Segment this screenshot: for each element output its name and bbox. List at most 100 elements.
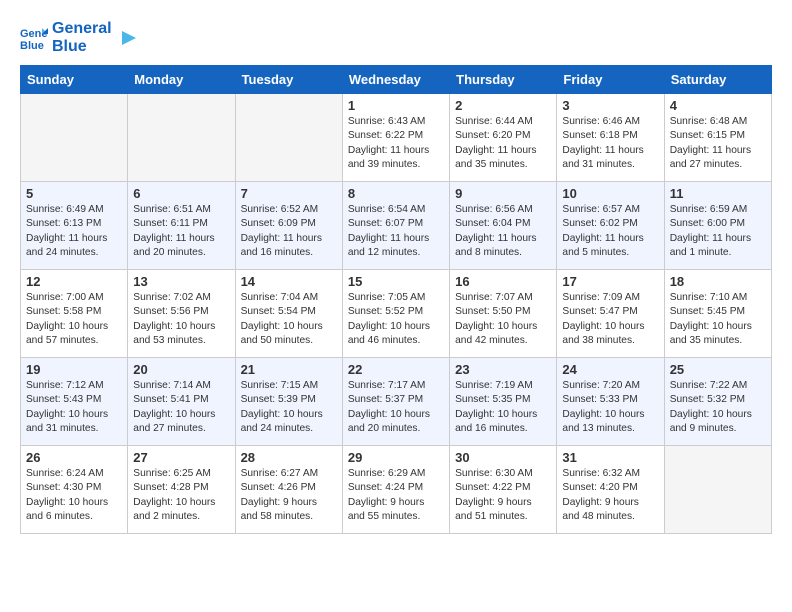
calendar-cell: 23Sunrise: 7:19 AM Sunset: 5:35 PM Dayli…	[450, 358, 557, 446]
weekday-header-saturday: Saturday	[664, 66, 771, 94]
logo-blue: Blue	[52, 38, 112, 56]
week-row-3: 12 Sunrise: 7:00 AM Sunset: 5:58 PM Dayli…	[21, 270, 772, 358]
day-number: 28	[241, 450, 337, 465]
day-number: 20	[133, 362, 229, 377]
day-info: Sunrise: 7:14 AM Sunset: 5:41 PM Dayligh…	[133, 379, 229, 436]
day-number: 9	[455, 186, 551, 201]
logo-chevron-icon	[116, 27, 138, 49]
day-info: Sunrise: 6:29 AM Sunset: 4:24 PM Dayligh…	[348, 467, 444, 524]
calendar-cell: 19 Sunrise: 7:12 AM Sunset: 5:43 PM Dayli…	[21, 358, 128, 446]
logo-icon: General Blue	[20, 24, 48, 52]
calendar-cell: 28 Sunrise: 6:27 AM Sunset: 4:26 PM Dayli…	[235, 446, 342, 534]
calendar-cell: 14Sunrise: 7:04 AM Sunset: 5:54 PM Dayli…	[235, 270, 342, 358]
logo-general: General	[52, 20, 112, 37]
calendar-cell: 13 Sunrise: 7:02 AM Sunset: 5:56 PM Dayli…	[128, 270, 235, 358]
calendar-cell: 5 Sunrise: 6:49 AM Sunset: 6:13 PM Daylig…	[21, 182, 128, 270]
day-number: 16	[455, 274, 551, 289]
day-number: 25	[670, 362, 766, 377]
day-info: Sunrise: 7:02 AM Sunset: 5:56 PM Dayligh…	[133, 291, 229, 348]
week-row-2: 5 Sunrise: 6:49 AM Sunset: 6:13 PM Daylig…	[21, 182, 772, 270]
day-number: 1	[348, 98, 444, 113]
calendar-cell: 9 Sunrise: 6:56 AM Sunset: 6:04 PM Daylig…	[450, 182, 557, 270]
day-info: Sunrise: 7:19 AM Sunset: 5:35 PM Dayligh…	[455, 379, 551, 436]
day-number: 21	[241, 362, 337, 377]
day-info: Sunrise: 6:48 AM Sunset: 6:15 PM Dayligh…	[670, 115, 766, 172]
day-number: 13	[133, 274, 229, 289]
day-info: Sunrise: 6:24 AM Sunset: 4:30 PM Dayligh…	[26, 467, 122, 524]
day-info: Sunrise: 6:27 AM Sunset: 4:26 PM Dayligh…	[241, 467, 337, 524]
day-number: 8	[348, 186, 444, 201]
calendar-cell: 25 Sunrise: 7:22 AM Sunset: 5:32 PM Dayli…	[664, 358, 771, 446]
day-number: 5	[26, 186, 122, 201]
calendar-cell: 22Sunrise: 7:17 AM Sunset: 5:37 PM Dayli…	[342, 358, 449, 446]
calendar-cell: 31 Sunrise: 6:32 AM Sunset: 4:20 PM Dayli…	[557, 446, 664, 534]
day-info: Sunrise: 6:51 AM Sunset: 6:11 PM Dayligh…	[133, 203, 229, 260]
day-number: 18	[670, 274, 766, 289]
day-info: Sunrise: 7:07 AM Sunset: 5:50 PM Dayligh…	[455, 291, 551, 348]
calendar-cell: 3 Sunrise: 6:46 AM Sunset: 6:18 PM Daylig…	[557, 94, 664, 182]
day-info: Sunrise: 7:15 AM Sunset: 5:39 PM Dayligh…	[241, 379, 337, 436]
day-number: 12	[26, 274, 122, 289]
weekday-header-monday: Monday	[128, 66, 235, 94]
day-info: Sunrise: 7:12 AM Sunset: 5:43 PM Dayligh…	[26, 379, 122, 436]
calendar-cell: 12 Sunrise: 7:00 AM Sunset: 5:58 PM Dayli…	[21, 270, 128, 358]
day-info: Sunrise: 7:20 AM Sunset: 5:33 PM Dayligh…	[562, 379, 658, 436]
day-number: 4	[670, 98, 766, 113]
day-number: 3	[562, 98, 658, 113]
day-info: Sunrise: 7:10 AM Sunset: 5:45 PM Dayligh…	[670, 291, 766, 348]
calendar-cell: 24 Sunrise: 7:20 AM Sunset: 5:33 PM Dayli…	[557, 358, 664, 446]
day-number: 7	[241, 186, 337, 201]
weekday-header-friday: Friday	[557, 66, 664, 94]
day-number: 31	[562, 450, 658, 465]
day-info: Sunrise: 6:30 AM Sunset: 4:22 PM Dayligh…	[455, 467, 551, 524]
calendar-cell: 27Sunrise: 6:25 AM Sunset: 4:28 PM Dayli…	[128, 446, 235, 534]
day-number: 17	[562, 274, 658, 289]
weekday-header-sunday: Sunday	[21, 66, 128, 94]
calendar-cell: 7Sunrise: 6:52 AM Sunset: 6:09 PM Daylig…	[235, 182, 342, 270]
weekday-header-tuesday: Tuesday	[235, 66, 342, 94]
day-number: 27	[133, 450, 229, 465]
day-info: Sunrise: 6:44 AM Sunset: 6:20 PM Dayligh…	[455, 115, 551, 172]
calendar-cell: 4 Sunrise: 6:48 AM Sunset: 6:15 PM Daylig…	[664, 94, 771, 182]
calendar-cell	[664, 446, 771, 534]
calendar-cell: 15 Sunrise: 7:05 AM Sunset: 5:52 PM Dayli…	[342, 270, 449, 358]
logo: General Blue General Blue	[20, 20, 138, 55]
day-number: 24	[562, 362, 658, 377]
day-info: Sunrise: 7:00 AM Sunset: 5:58 PM Dayligh…	[26, 291, 122, 348]
week-row-1: 1 Sunrise: 6:43 AM Sunset: 6:22 PM Daylig…	[21, 94, 772, 182]
calendar-cell: 29 Sunrise: 6:29 AM Sunset: 4:24 PM Dayli…	[342, 446, 449, 534]
calendar-cell	[128, 94, 235, 182]
day-number: 30	[455, 450, 551, 465]
day-info: Sunrise: 7:09 AM Sunset: 5:47 PM Dayligh…	[562, 291, 658, 348]
day-number: 10	[562, 186, 658, 201]
weekday-header-thursday: Thursday	[450, 66, 557, 94]
calendar-cell	[21, 94, 128, 182]
calendar-cell: 20 Sunrise: 7:14 AM Sunset: 5:41 PM Dayli…	[128, 358, 235, 446]
day-number: 2	[455, 98, 551, 113]
day-number: 26	[26, 450, 122, 465]
header-row: SundayMondayTuesdayWednesdayThursdayFrid…	[21, 66, 772, 94]
day-number: 19	[26, 362, 122, 377]
calendar-cell: 17 Sunrise: 7:09 AM Sunset: 5:47 PM Dayli…	[557, 270, 664, 358]
day-info: Sunrise: 6:46 AM Sunset: 6:18 PM Dayligh…	[562, 115, 658, 172]
day-info: Sunrise: 6:43 AM Sunset: 6:22 PM Dayligh…	[348, 115, 444, 172]
day-info: Sunrise: 7:22 AM Sunset: 5:32 PM Dayligh…	[670, 379, 766, 436]
day-info: Sunrise: 6:32 AM Sunset: 4:20 PM Dayligh…	[562, 467, 658, 524]
calendar-cell: 16 Sunrise: 7:07 AM Sunset: 5:50 PM Dayli…	[450, 270, 557, 358]
calendar-cell: 8Sunrise: 6:54 AM Sunset: 6:07 PM Daylig…	[342, 182, 449, 270]
day-info: Sunrise: 7:05 AM Sunset: 5:52 PM Dayligh…	[348, 291, 444, 348]
day-number: 29	[348, 450, 444, 465]
day-number: 15	[348, 274, 444, 289]
calendar-cell: 6Sunrise: 6:51 AM Sunset: 6:11 PM Daylig…	[128, 182, 235, 270]
day-info: Sunrise: 7:17 AM Sunset: 5:37 PM Dayligh…	[348, 379, 444, 436]
svg-text:Blue: Blue	[20, 40, 44, 52]
calendar-cell: 11Sunrise: 6:59 AM Sunset: 6:00 PM Dayli…	[664, 182, 771, 270]
day-info: Sunrise: 6:56 AM Sunset: 6:04 PM Dayligh…	[455, 203, 551, 260]
day-info: Sunrise: 7:04 AM Sunset: 5:54 PM Dayligh…	[241, 291, 337, 348]
calendar-cell: 30 Sunrise: 6:30 AM Sunset: 4:22 PM Dayli…	[450, 446, 557, 534]
calendar-cell: 10 Sunrise: 6:57 AM Sunset: 6:02 PM Dayli…	[557, 182, 664, 270]
day-info: Sunrise: 6:57 AM Sunset: 6:02 PM Dayligh…	[562, 203, 658, 260]
calendar-cell: 1 Sunrise: 6:43 AM Sunset: 6:22 PM Daylig…	[342, 94, 449, 182]
calendar-table: SundayMondayTuesdayWednesdayThursdayFrid…	[20, 65, 772, 534]
day-info: Sunrise: 6:49 AM Sunset: 6:13 PM Dayligh…	[26, 203, 122, 260]
